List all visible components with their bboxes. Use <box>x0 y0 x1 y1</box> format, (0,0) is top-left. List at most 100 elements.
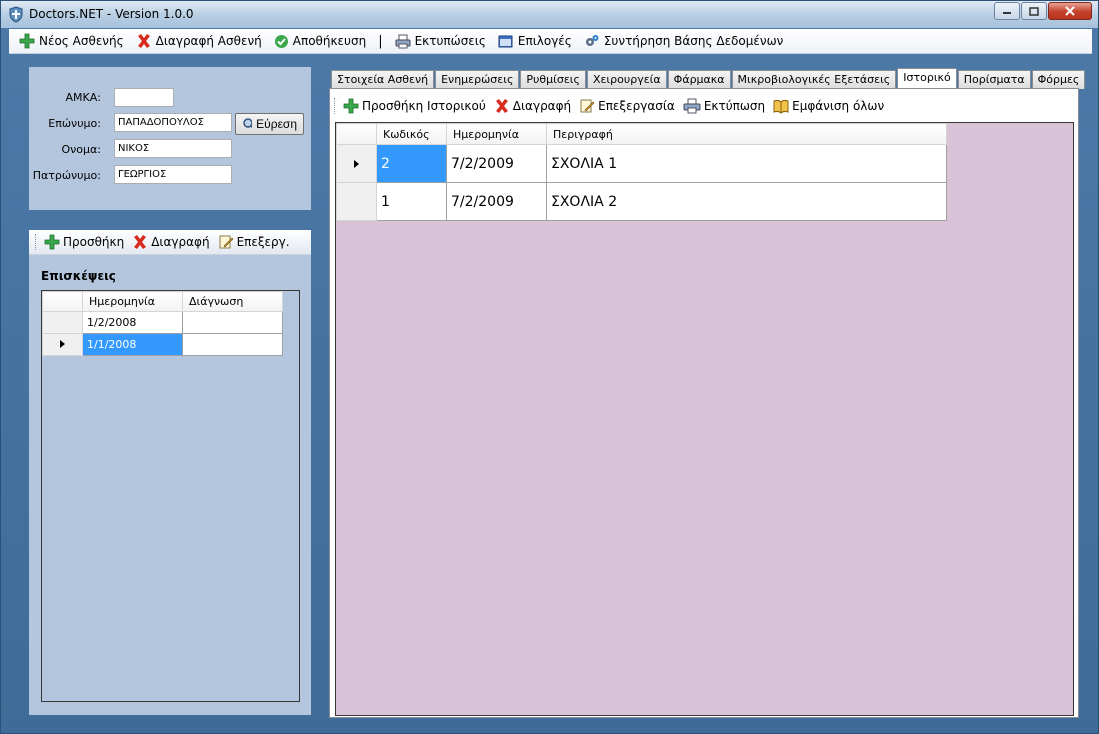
maintenance-menu[interactable]: Συντήρηση Βάσης Δεδομένων <box>578 30 789 52</box>
history-description-cell[interactable]: ΣΧΟΛΙΑ 2 <box>546 182 947 221</box>
tab-microbiology[interactable]: Μικροβιολογικές Εξετάσεις <box>731 70 897 89</box>
visit-date-cell[interactable]: 1/1/2008 <box>82 333 183 356</box>
history-grid[interactable]: Κωδικός Ημερομηνία Περιγραφή 2 7/2/2009 … <box>335 122 1074 716</box>
show-all-label: Εμφάνιση όλων <box>792 99 885 113</box>
visits-header-row: Ημερομηνία Διάγνωση <box>42 291 283 312</box>
history-date-cell[interactable]: 7/2/2009 <box>446 182 547 221</box>
name-input[interactable] <box>114 139 232 158</box>
visits-grid[interactable]: Ημερομηνία Διάγνωση 1/2/2008 1/1/2008 <box>41 290 300 702</box>
amka-label: ΑΜΚΑ: <box>65 91 101 104</box>
history-description-cell[interactable]: ΣΧΟΛΙΑ 1 <box>546 144 947 183</box>
history-col-description[interactable]: Περιγραφή <box>546 123 947 145</box>
delete-visit-button[interactable]: Διαγραφή <box>128 234 213 250</box>
add-visit-button[interactable]: Προσθήκη <box>40 234 128 250</box>
window-settings-icon <box>498 35 513 47</box>
close-button[interactable] <box>1048 2 1092 20</box>
table-row[interactable]: 1 7/2/2009 ΣΧΟΛΙΑ 2 <box>336 182 947 221</box>
window-controls <box>993 2 1092 20</box>
main-menu-bar: Νέος Ασθενής Διαγραφή Ασθενή Αποθήκευση … <box>9 29 1092 54</box>
row-header[interactable] <box>42 333 83 356</box>
maximize-icon <box>1029 6 1039 16</box>
menu-separator: | <box>378 33 383 49</box>
toolbar-grip[interactable] <box>35 234 37 250</box>
row-header[interactable] <box>42 311 83 334</box>
show-all-button[interactable]: Εμφάνιση όλων <box>769 98 888 114</box>
edit-visit-button[interactable]: Επεξεργ. <box>214 234 294 250</box>
father-name-input[interactable] <box>114 165 232 184</box>
tab-updates[interactable]: Ενημερώσεις <box>435 70 520 89</box>
find-icon <box>243 118 253 129</box>
prints-label: Εκτυπώσεις <box>414 34 486 48</box>
main-window: Doctors.NET - Version 1.0.0 Νέος Ασθενής… <box>0 0 1099 734</box>
visit-diagnosis-cell[interactable] <box>182 311 283 334</box>
visit-date-cell[interactable]: 1/2/2008 <box>82 311 183 334</box>
check-circle-icon <box>274 34 288 48</box>
prints-menu[interactable]: Εκτυπώσεις <box>389 30 492 52</box>
visits-title: Επισκέψεις <box>41 269 116 283</box>
tab-surgeries[interactable]: Χειρουργεία <box>586 70 667 89</box>
surname-label: Επώνυμο: <box>48 117 101 130</box>
row-header-corner <box>336 123 377 145</box>
title-bar[interactable]: Doctors.NET - Version 1.0.0 <box>1 1 1098 28</box>
delete-visit-label: Διαγραφή <box>151 235 210 249</box>
toolbar-grip[interactable] <box>334 98 336 114</box>
add-visit-label: Προσθήκη <box>63 235 125 249</box>
tab-patient-info[interactable]: Στοιχεία Ασθενή <box>331 70 435 89</box>
minimize-button[interactable] <box>994 2 1020 20</box>
plus-icon <box>343 98 359 114</box>
book-icon <box>773 99 789 114</box>
edit-note-icon <box>580 99 595 113</box>
history-code-cell[interactable]: 1 <box>376 182 447 221</box>
history-col-code[interactable]: Κωδικός <box>376 123 447 145</box>
delete-history-button[interactable]: Διαγραφή <box>490 98 575 114</box>
edit-note-icon <box>219 235 233 249</box>
table-row[interactable]: 2 7/2/2009 ΣΧΟΛΙΑ 1 <box>336 144 947 183</box>
shield-icon <box>9 6 23 23</box>
row-header[interactable] <box>336 182 377 221</box>
save-button[interactable]: Αποθήκευση <box>268 30 372 52</box>
delete-patient-button[interactable]: Διαγραφή Ασθενή <box>130 30 268 52</box>
visits-col-diagnosis[interactable]: Διάγνωση <box>182 291 283 312</box>
history-tab-page: Προσθήκη Ιστορικού Διαγραφή Επεξεργασία … <box>329 88 1079 718</box>
printer-icon <box>395 34 411 48</box>
delete-x-icon <box>137 34 150 48</box>
new-patient-button[interactable]: Νέος Ασθενής <box>13 30 130 52</box>
minimize-icon <box>1003 12 1011 14</box>
table-row[interactable]: 1/1/2008 <box>42 333 283 356</box>
maximize-button[interactable] <box>1021 2 1047 20</box>
surname-input[interactable] <box>114 113 232 132</box>
delete-patient-label: Διαγραφή Ασθενή <box>155 34 262 48</box>
delete-history-label: Διαγραφή <box>512 99 572 113</box>
history-table: Κωδικός Ημερομηνία Περιγραφή 2 7/2/2009 … <box>336 123 947 221</box>
printer-icon <box>683 98 701 114</box>
table-row[interactable]: 1/2/2008 <box>42 311 283 334</box>
history-date-cell[interactable]: 7/2/2009 <box>446 144 547 183</box>
add-history-button[interactable]: Προσθήκη Ιστορικού <box>339 98 490 114</box>
plus-icon <box>44 234 60 250</box>
visit-diagnosis-cell[interactable] <box>182 333 283 356</box>
tab-history[interactable]: Ιστορικό <box>897 68 957 90</box>
print-history-button[interactable]: Εκτύπωση <box>679 98 769 114</box>
history-code-cell[interactable]: 2 <box>376 144 447 183</box>
tab-medications[interactable]: Φάρμακα <box>667 70 731 89</box>
history-col-date[interactable]: Ημερομηνία <box>446 123 547 145</box>
find-button[interactable]: Εύρεση <box>235 113 304 135</box>
tab-findings[interactable]: Πορίσματα <box>957 70 1031 89</box>
window-title: Doctors.NET - Version 1.0.0 <box>29 7 194 21</box>
visits-col-date[interactable]: Ημερομηνία <box>82 291 183 312</box>
edit-history-label: Επεξεργασία <box>598 99 675 113</box>
edit-visit-label: Επεξεργ. <box>236 235 290 249</box>
row-header-corner <box>42 291 83 312</box>
tab-forms[interactable]: Φόρμες <box>1031 70 1086 89</box>
amka-input[interactable] <box>114 88 174 107</box>
edit-history-button[interactable]: Επεξεργασία <box>575 98 679 114</box>
patient-tabs: Στοιχεία Ασθενή Ενημερώσεις Ρυθμίσεις Χε… <box>331 68 1086 90</box>
current-row-icon <box>354 159 359 168</box>
row-header[interactable] <box>336 144 377 183</box>
visits-table: Ημερομηνία Διάγνωση 1/2/2008 1/1/2008 <box>42 291 283 356</box>
father-name-label: Πατρώνυμο: <box>32 169 101 182</box>
options-menu[interactable]: Επιλογές <box>492 30 578 52</box>
visits-panel: Επισκέψεις Ημερομηνία Διάγνωση 1/2/2008 … <box>29 255 311 715</box>
patient-search-panel: ΑΜΚΑ: Επώνυμο: Εύρεση Ονομα: Πατρώνυμο: <box>29 67 311 210</box>
tab-settings[interactable]: Ρυθμίσεις <box>520 70 586 89</box>
